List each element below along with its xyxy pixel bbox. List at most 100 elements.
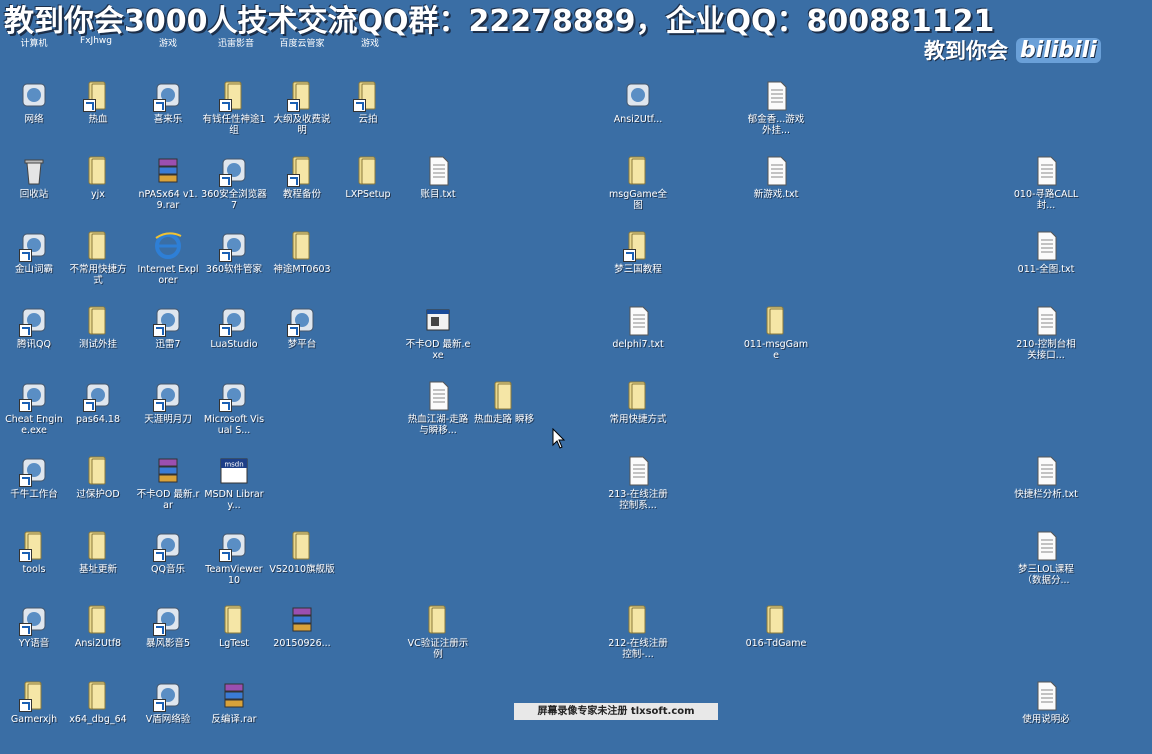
text-file-icon (423, 380, 453, 412)
archive-icon (219, 680, 249, 712)
desktop-icon-label: 梦三国教程 (614, 264, 662, 275)
desktop-icon[interactable]: 212-在线注册控制-... (605, 604, 671, 678)
folder-icon (83, 680, 113, 712)
desktop-icon[interactable]: 使用说明必 (1013, 680, 1079, 754)
desktop-icon[interactable]: 热血江湖-走路与瞬移... (405, 380, 471, 454)
desktop-icon[interactable]: nPASx64 v1.9.rar (135, 155, 201, 229)
desktop-icon-label: delphi7.txt (612, 339, 664, 350)
desktop-icon-label: 212-在线注册控制-... (608, 638, 668, 660)
desktop-icon[interactable]: 不卡OD 最新.exe (405, 305, 471, 379)
desktop-icon[interactable]: 千牛工作台 (1, 455, 67, 529)
app-icon (623, 80, 653, 112)
desktop-icon[interactable]: 不常用快捷方式 (65, 230, 131, 304)
desktop-icon[interactable]: 360安全浏览器7 (201, 155, 267, 229)
desktop-icon[interactable]: TeamViewer 10 (201, 530, 267, 604)
desktop-icon-label: 暴风影音5 (145, 638, 191, 649)
desktop-icon[interactable]: VC验证注册示例 (405, 604, 471, 678)
desktop-icon[interactable]: 过保护OD (65, 455, 131, 529)
desktop-icon[interactable]: QQ音乐 (135, 530, 201, 604)
desktop-icon[interactable]: yjx (65, 155, 131, 229)
desktop-icon[interactable]: 210-控制台相关接口... (1013, 305, 1079, 379)
desktop-icon[interactable]: 大纲及收费说明 (269, 80, 335, 154)
desktop-icon[interactable]: Internet Explorer (135, 230, 201, 304)
desktop-icon[interactable]: 不卡OD 最新.rar (135, 455, 201, 529)
desktop-icon[interactable]: LgTest (201, 604, 267, 678)
desktop-icon[interactable]: Ansi2Utf8 (65, 604, 131, 678)
desktop-icon[interactable]: 金山词霸 (1, 230, 67, 304)
desktop-icon[interactable]: 常用快捷方式 (605, 380, 671, 454)
desktop-icon[interactable]: 反编译.rar (201, 680, 267, 754)
desktop-icon[interactable]: 20150926... (269, 604, 335, 678)
desktop-icon[interactable]: 梦三国教程 (605, 230, 671, 304)
desktop-icon[interactable]: LXPSetup (335, 155, 401, 229)
folder-icon (83, 455, 113, 487)
desktop-icon[interactable]: 011-msgGame (743, 305, 809, 379)
desktop-icon[interactable]: 热血 (65, 80, 131, 154)
desktop-icon[interactable]: 迅雷7 (135, 305, 201, 379)
desktop-icon[interactable]: 云拍 (335, 80, 401, 154)
shortcut-arrow-icon (219, 324, 232, 337)
desktop-icon[interactable]: 喜来乐 (135, 80, 201, 154)
desktop-icon[interactable]: 360软件管家 (201, 230, 267, 304)
desktop-icon-label: YY语音 (18, 638, 50, 649)
desktop-icon[interactable]: 网络 (1, 80, 67, 154)
desktop-icon[interactable]: 011-全图.txt (1013, 230, 1079, 304)
app-shortcut-icon (219, 155, 249, 187)
desktop-icon[interactable]: 梦平台 (269, 305, 335, 379)
app-shortcut-icon (19, 380, 49, 412)
desktop-icon[interactable]: 新游戏.txt (743, 155, 809, 229)
desktop-icon[interactable]: 账目.txt (405, 155, 471, 229)
desktop-icon[interactable]: LuaStudio (201, 305, 267, 379)
folder-icon (219, 604, 249, 636)
desktop-icon[interactable]: 天涯明月刀 (135, 380, 201, 454)
desktop-icon-label: nPASx64 v1.9.rar (138, 189, 198, 211)
desktop-icon[interactable]: 暴风影音5 (135, 604, 201, 678)
app-shortcut-icon (19, 604, 49, 636)
desktop-icon[interactable]: 腾讯QQ (1, 305, 67, 379)
desktop-icon[interactable]: delphi7.txt (605, 305, 671, 379)
desktop-icon[interactable]: 梦三LOL课程（数据分... (1013, 530, 1079, 604)
text-file-icon (761, 155, 791, 187)
desktop-icon[interactable]: 郁金香...游戏外挂... (743, 80, 809, 154)
desktop-icon[interactable]: msdn MSDN Library... (201, 455, 267, 529)
desktop-icon[interactable]: 教程备份 (269, 155, 335, 229)
desktop-icon[interactable]: VS2010旗舰版 (269, 530, 335, 604)
app-shortcut-icon (219, 530, 249, 562)
desktop-icon[interactable]: 热血走路 瞬移 (471, 380, 537, 454)
desktop-icon-label: tools (22, 564, 46, 575)
desktop-icon[interactable]: pas64.18 (65, 380, 131, 454)
desktop-icon[interactable]: 测试外挂 (65, 305, 131, 379)
desktop-icon[interactable]: V盾网络验 (135, 680, 201, 754)
desktop-icon[interactable]: 基址更新 (65, 530, 131, 604)
app-shortcut-icon (219, 380, 249, 412)
desktop-icon[interactable]: 快捷栏分析.txt (1013, 455, 1079, 529)
app-shortcut-icon (219, 230, 249, 262)
desktop-icon[interactable]: Ansi2Utf... (605, 80, 671, 154)
desktop-icon[interactable]: tools (1, 530, 67, 604)
desktop-icon-label: LgTest (218, 638, 250, 649)
shortcut-arrow-icon (83, 99, 96, 112)
desktop-icon[interactable]: msgGame全图 (605, 155, 671, 229)
folder-shortcut-icon (287, 155, 317, 187)
desktop-icon-label: Internet Explorer (137, 264, 199, 286)
desktop-icon[interactable]: YY语音 (1, 604, 67, 678)
desktop-icon-label: 神途MT0603 (273, 264, 331, 275)
shortcut-arrow-icon (19, 474, 32, 487)
desktop-icon[interactable]: 神途MT0603 (269, 230, 335, 304)
svg-text:msdn: msdn (224, 461, 243, 469)
desktop-icon[interactable]: 有钱任性神途1组 (201, 80, 267, 154)
desktop-icon[interactable]: 213-在线注册控制系... (605, 455, 671, 529)
desktop-icon[interactable]: 016-TdGame (743, 604, 809, 678)
desktop-icon[interactable]: 010-寻路CALL封... (1013, 155, 1079, 229)
desktop-icon[interactable]: 回收站 (1, 155, 67, 229)
text-file-icon (623, 305, 653, 337)
desktop-icon[interactable]: Gamerxjh (1, 680, 67, 754)
desktop-icon[interactable]: Cheat Engine.exe (1, 380, 67, 454)
desktop-icon[interactable]: Microsoft Visual S... (201, 380, 267, 454)
shortcut-arrow-icon (353, 99, 366, 112)
folder-icon (423, 604, 453, 636)
desktop-icon-label: MSDN Library... (204, 489, 264, 511)
desktop-icon[interactable]: x64_dbg_64 (65, 680, 131, 754)
text-file-icon (623, 455, 653, 487)
text-file-icon (1031, 230, 1061, 262)
